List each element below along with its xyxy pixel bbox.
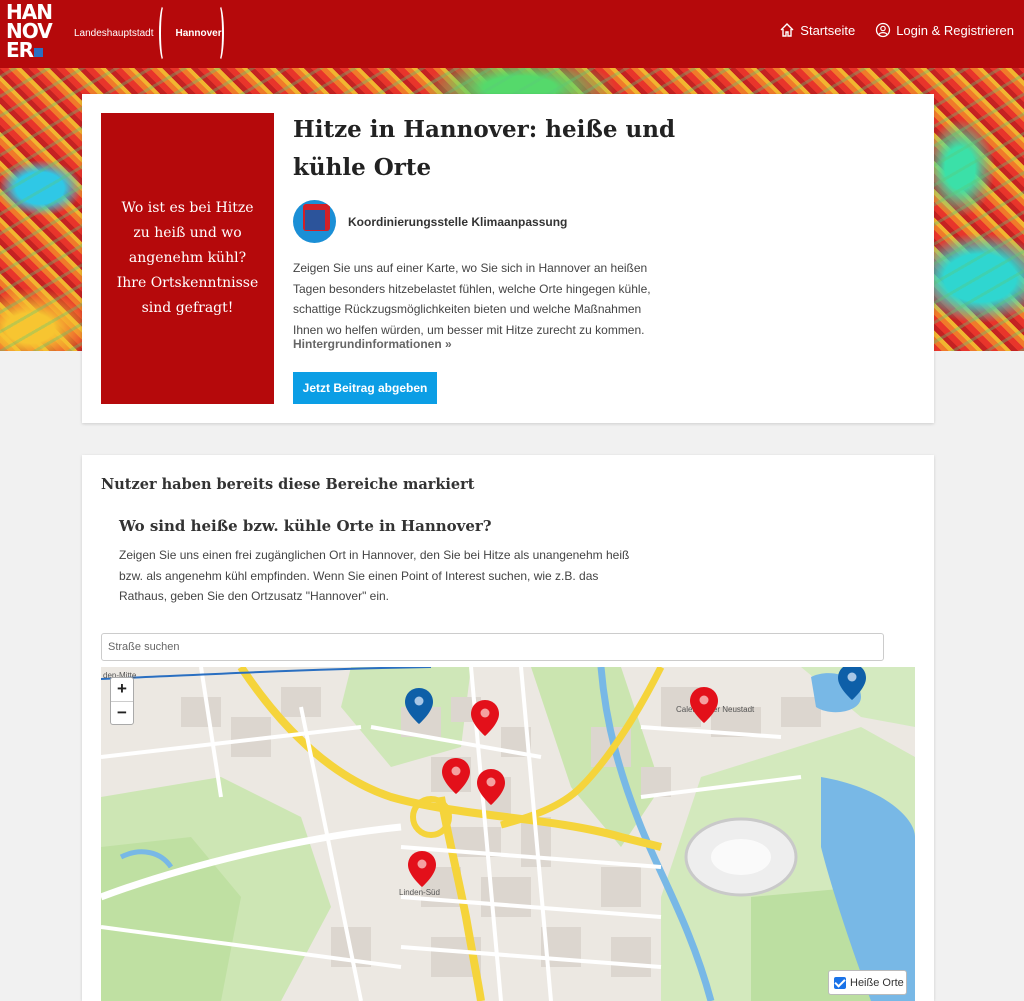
submit-contribution-button[interactable]: Jetzt Beitrag abgeben (293, 372, 437, 404)
map-base-layer (101, 667, 915, 1001)
question-description: Zeigen Sie uns einen frei zugänglichen O… (119, 548, 630, 603)
map-card: Nutzer haben bereits diese Bereiche mark… (82, 455, 934, 1001)
map-label-linden-sued: Linden-Süd (399, 888, 440, 897)
layer-legend[interactable]: Heiße Orte (828, 970, 907, 995)
nav-home-link[interactable]: Startseite (779, 22, 855, 38)
hannover-logo[interactable]: HAN NOV ER (6, 2, 53, 63)
city-brand[interactable]: Landeshauptstadt Hannover (74, 4, 224, 62)
cool-place-marker[interactable] (837, 667, 867, 701)
street-search-input[interactable] (101, 633, 884, 661)
zoom-in-button[interactable]: + (111, 678, 133, 701)
map-pin-icon (408, 851, 436, 887)
hot-place-marker[interactable] (441, 757, 471, 795)
bracket-left-icon (159, 4, 169, 62)
user-icon (876, 22, 891, 38)
map-pin-icon (405, 688, 433, 724)
nav-login-link[interactable]: Login & Registrieren (875, 22, 1014, 38)
zoom-out-button[interactable]: − (111, 701, 133, 724)
brand-left-text: Landeshauptstadt (74, 27, 154, 39)
hot-place-marker[interactable] (470, 699, 500, 737)
home-icon (780, 23, 794, 37)
question-title: Wo sind heiße bzw. kühle Orte in Hannove… (119, 517, 492, 535)
background-info-link[interactable]: Hintergrundinformationen » (293, 337, 452, 351)
map-pin-icon (471, 700, 499, 736)
prompt-box: Wo ist es bei Hitze zu heiß und wo angen… (101, 113, 274, 404)
cool-place-marker[interactable] (404, 687, 434, 725)
organization-name: Koordinierungsstelle Klimaanpassung (348, 214, 568, 229)
organization: Koordinierungsstelle Klimaanpassung (293, 200, 567, 243)
map-section-title: Nutzer haben bereits diese Bereiche mark… (101, 476, 475, 493)
header-nav: Startseite Login & Registrieren (779, 22, 1014, 38)
map[interactable]: den-Mitte Calenberger Neustadt Linden-Sü… (101, 667, 915, 1001)
map-pin-icon (442, 758, 470, 794)
hot-place-marker[interactable] (476, 768, 506, 806)
logo-line-3: ER (6, 38, 34, 62)
logo-square-icon (34, 48, 44, 57)
hero-card: Wo ist es bei Hitze zu heiß und wo angen… (82, 94, 934, 423)
hot-places-checkbox[interactable] (834, 976, 846, 989)
top-header: HAN NOV ER Landeshauptstadt Hannover Sta… (0, 0, 1024, 68)
hot-place-marker[interactable] (407, 850, 437, 888)
nav-login-label: Login & Registrieren (896, 22, 1014, 38)
hot-place-marker[interactable] (689, 686, 719, 724)
bracket-right-icon (214, 4, 224, 62)
zoom-control: + − (110, 677, 134, 725)
nav-home-label: Startseite (800, 22, 856, 38)
organization-logo-icon (293, 200, 336, 243)
legend-label: Heiße Orte (850, 976, 904, 989)
map-pin-icon (690, 687, 718, 723)
map-pin-icon (838, 667, 866, 700)
map-pin-icon (477, 769, 505, 805)
hero-description: Zeigen Sie uns auf einer Karte, wo Sie s… (293, 261, 651, 337)
page-title: Hitze in Hannover: heiße und kühle Orte (293, 116, 676, 181)
